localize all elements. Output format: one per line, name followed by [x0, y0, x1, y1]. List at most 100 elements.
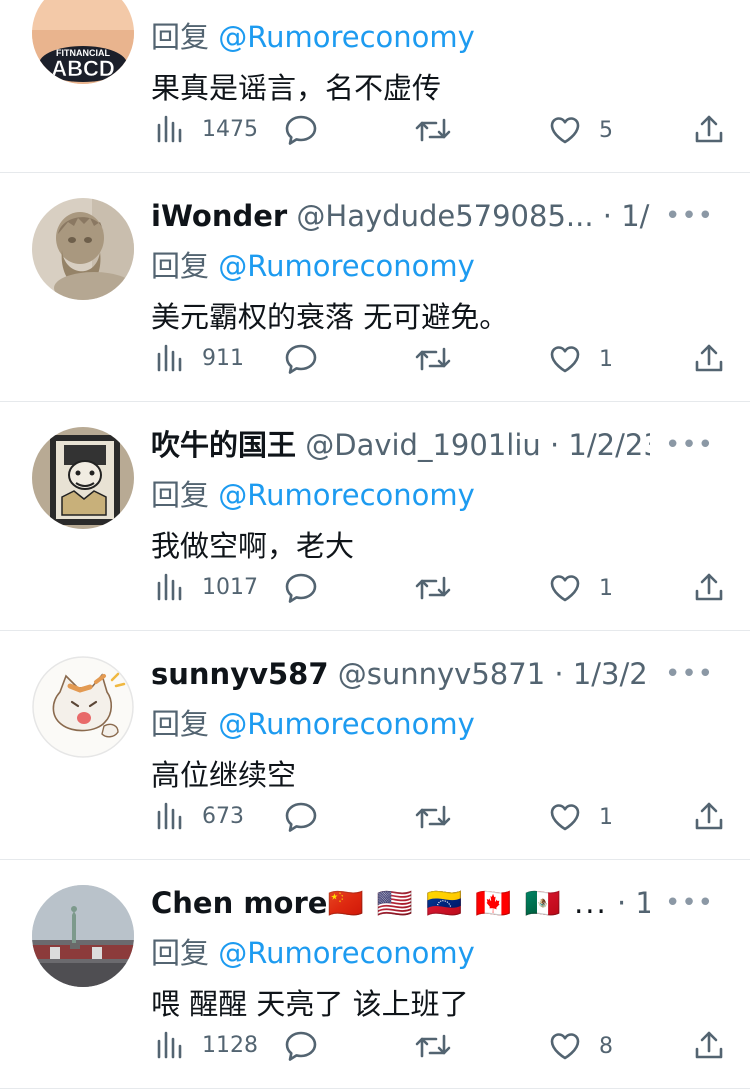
like-button[interactable]: 5 [549, 115, 613, 145]
tweet-text: 喂 醒醒 天亮了 该上班了 [151, 987, 469, 1021]
share-button[interactable] [694, 800, 724, 832]
more-options-button[interactable]: ••• [665, 196, 714, 236]
bar-chart-icon [157, 1031, 182, 1059]
mention-link[interactable]: @Rumoreconomy [218, 20, 475, 54]
like-count: 1 [599, 346, 613, 372]
like-button[interactable]: 8 [549, 1031, 613, 1061]
mention-link[interactable]: @Rumoreconomy [218, 936, 475, 970]
tweet-reply[interactable]: sunnyv587 @sunnyv5871 · 1/3/23 ••• 回复 @R… [0, 632, 750, 860]
views-button[interactable]: 673 [156, 802, 244, 830]
reply-button[interactable] [284, 572, 318, 604]
speech-bubble-icon [285, 802, 317, 832]
tweet-text: 我做空啊，老大 [151, 529, 355, 563]
user-handle[interactable]: @sunnyv5871 [338, 657, 545, 691]
tweet-reply[interactable]: 吹牛的国王 @David_1901liu · 1/2/23 ••• 回复 @Ru… [0, 403, 750, 631]
views-button[interactable]: 911 [156, 344, 244, 372]
share-button[interactable] [694, 342, 724, 374]
ellipsis-icon: ••• [664, 430, 714, 460]
name-flags: 🇨🇳 🇺🇸 🇻🇪 🇨🇦 🇲🇽 ... [327, 886, 608, 920]
heart-icon [550, 804, 580, 831]
retweet-button[interactable] [414, 345, 452, 373]
like-count: 1 [599, 575, 613, 601]
share-button[interactable] [694, 1029, 724, 1061]
like-button[interactable]: 1 [549, 573, 613, 603]
avatar[interactable] [32, 427, 134, 529]
reply-prefix: 回复 [151, 478, 210, 512]
views-count: 911 [202, 345, 244, 371]
more-options-button[interactable]: ••• [665, 654, 714, 694]
reply-button[interactable] [284, 343, 318, 375]
ellipsis-icon: ••• [664, 888, 714, 918]
reply-to-line: 回复 @Rumoreconomy [151, 246, 475, 286]
reply-button[interactable] [284, 1030, 318, 1062]
retweet-button[interactable] [414, 116, 452, 144]
tweet-date[interactable]: 1/2/23 [621, 199, 650, 233]
avatar[interactable] [32, 656, 134, 758]
avatar[interactable]: FITNANCIAL ABCD [32, 0, 134, 84]
views-button[interactable]: 1475 [156, 115, 258, 143]
reply-prefix: 回复 [151, 249, 210, 283]
bar-chart-icon [157, 573, 182, 601]
tweet-date[interactable]: 1/2/23 [635, 886, 650, 920]
display-name[interactable]: iWonder [151, 199, 287, 233]
mention-link[interactable]: @Rumoreconomy [218, 249, 475, 283]
views-count: 673 [202, 803, 244, 829]
separator-dot: · [545, 657, 573, 691]
reply-prefix: 回复 [151, 20, 210, 54]
mention-link[interactable]: @Rumoreconomy [218, 478, 475, 512]
tweet-reply[interactable]: iWonder @Haydude579085... · 1/2/23 ••• 回… [0, 174, 750, 402]
reply-feed: FITNANCIAL ABCD 回复 @Rumoreconomy 果真是谣言，名… [0, 0, 750, 1089]
separator-dot: · [593, 199, 622, 233]
like-button[interactable]: 1 [549, 344, 613, 374]
retweet-arrows-icon [415, 576, 451, 600]
retweet-arrows-icon [415, 347, 451, 371]
heart-icon [550, 1033, 580, 1060]
tweet-header: 吹牛的国王 @David_1901liu · 1/2/23 [151, 425, 650, 465]
like-count: 1 [599, 804, 613, 830]
display-name[interactable]: Chen more [151, 886, 327, 920]
heart-icon [550, 575, 580, 602]
reply-button[interactable] [284, 114, 318, 146]
views-count: 1017 [202, 574, 258, 600]
tweet-reply[interactable]: FITNANCIAL ABCD 回复 @Rumoreconomy 果真是谣言，名… [0, 0, 750, 173]
ellipsis-icon: ••• [664, 659, 714, 689]
reply-to-line: 回复 @Rumoreconomy [151, 704, 475, 744]
display-name[interactable]: sunnyv587 [151, 657, 329, 691]
views-count: 1475 [202, 116, 258, 142]
retweet-arrows-icon [415, 1034, 451, 1058]
views-count: 1128 [202, 1032, 258, 1058]
share-upload-icon [695, 344, 723, 372]
heart-icon [550, 346, 580, 373]
share-button[interactable] [694, 113, 724, 145]
retweet-button[interactable] [414, 1032, 452, 1060]
tweet-reply[interactable]: Chen more🇨🇳 🇺🇸 🇻🇪 🇨🇦 🇲🇽 ... · 1/2/23 •••… [0, 861, 750, 1089]
tweet-header: Chen more🇨🇳 🇺🇸 🇻🇪 🇨🇦 🇲🇽 ... · 1/2/23 [151, 883, 650, 923]
tweet-date[interactable]: 1/3/23 [573, 657, 650, 691]
ellipsis-icon: ••• [664, 201, 714, 231]
avatar[interactable] [32, 885, 134, 987]
views-button[interactable]: 1017 [156, 573, 258, 601]
retweet-button[interactable] [414, 574, 452, 602]
share-upload-icon [695, 1031, 723, 1059]
like-button[interactable]: 1 [549, 802, 613, 832]
user-handle[interactable]: @David_1901liu [305, 428, 541, 462]
share-button[interactable] [694, 571, 724, 603]
separator-dot: · [607, 886, 636, 920]
bar-chart-icon [157, 344, 182, 372]
avatar[interactable] [32, 198, 134, 300]
display-name[interactable]: 吹牛的国王 [151, 428, 296, 462]
mention-link[interactable]: @Rumoreconomy [218, 707, 475, 741]
views-button[interactable]: 1128 [156, 1031, 258, 1059]
like-count: 8 [599, 1033, 613, 1059]
reply-prefix: 回复 [151, 936, 210, 970]
reply-button[interactable] [284, 801, 318, 833]
user-handle[interactable]: @Haydude579085... [296, 199, 593, 233]
tweet-header: iWonder @Haydude579085... · 1/2/23 [151, 196, 650, 236]
tweet-text: 美元霸权的衰落 无可避免。 [151, 300, 509, 334]
tweet-date[interactable]: 1/2/23 [568, 428, 650, 462]
more-options-button[interactable]: ••• [665, 883, 714, 923]
heart-icon [550, 117, 580, 144]
reply-prefix: 回复 [151, 707, 210, 741]
retweet-button[interactable] [414, 803, 452, 831]
more-options-button[interactable]: ••• [665, 425, 714, 465]
